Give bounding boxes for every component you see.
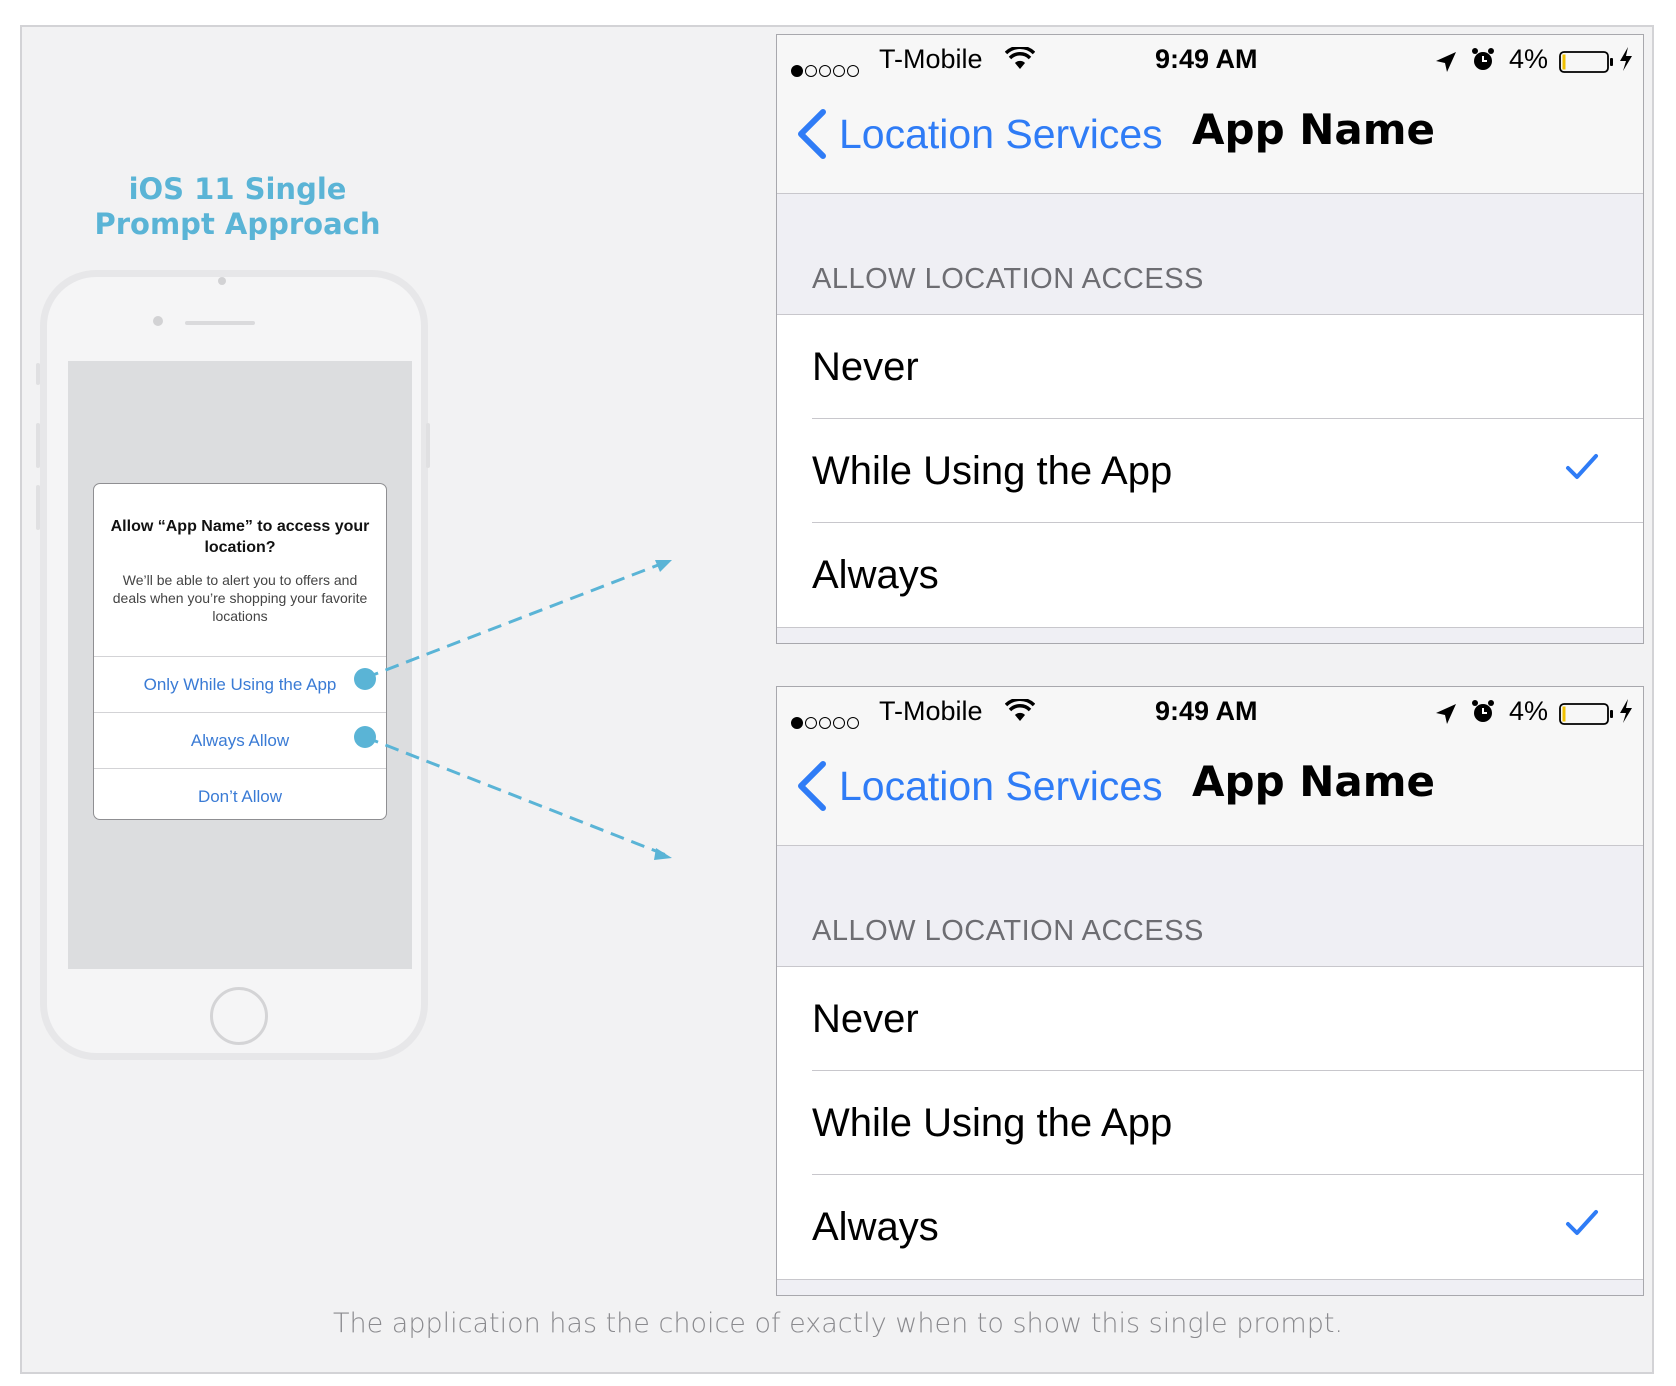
option-while-using[interactable]: While Using the App: [777, 419, 1643, 523]
back-button-location-services[interactable]: Location Services: [839, 763, 1163, 810]
carrier-label: T-Mobile: [879, 696, 983, 726]
battery-icon: [1559, 702, 1615, 733]
option-label: While Using the App: [812, 1101, 1173, 1145]
connector-dot-while-using: [354, 668, 376, 690]
nav-title: App Name: [1192, 105, 1435, 154]
option-label: Never: [812, 997, 919, 1041]
nav-title: App Name: [1192, 757, 1435, 806]
back-chevron-icon[interactable]: [795, 761, 829, 816]
carrier-label: T-Mobile: [879, 44, 983, 74]
option-while-using[interactable]: While Using the App: [777, 1071, 1643, 1175]
option-always[interactable]: Always: [777, 523, 1643, 627]
connector-dot-always: [354, 726, 376, 748]
connector-line-always: [364, 735, 667, 857]
option-label: While Using the App: [812, 449, 1173, 493]
option-label: Always: [812, 1205, 939, 1249]
status-time: 9:49 AM: [1155, 696, 1258, 726]
location-access-options: Never While Using the App Always: [777, 966, 1643, 1280]
section-header: ALLOW LOCATION ACCESS: [812, 915, 1204, 947]
wifi-icon: [1004, 45, 1036, 78]
option-label: Always: [812, 553, 939, 597]
location-arrow-icon: [1435, 49, 1457, 80]
checkmark-icon: [1565, 453, 1599, 486]
wifi-icon: [1004, 697, 1036, 730]
option-never[interactable]: Never: [777, 315, 1643, 419]
status-bar: T-Mobile 9:49 AM 4%: [777, 687, 1643, 739]
back-chevron-icon[interactable]: [795, 109, 829, 164]
connector-line-while-using: [364, 560, 667, 680]
alarm-icon: [1471, 699, 1495, 732]
navigation-bar: Location Services App Name: [777, 739, 1643, 846]
settings-screen-while-using: T-Mobile 9:49 AM 4% Location Services Ap…: [776, 34, 1644, 644]
location-arrow-icon: [1435, 701, 1457, 732]
charging-bolt-icon: [1619, 47, 1633, 78]
back-button-location-services[interactable]: Location Services: [839, 111, 1163, 158]
status-time: 9:49 AM: [1155, 44, 1258, 74]
location-access-options: Never While Using the App Always: [777, 314, 1643, 628]
navigation-bar: Location Services App Name: [777, 87, 1643, 194]
signal-strength-icon: [791, 705, 861, 736]
status-bar: T-Mobile 9:49 AM 4%: [777, 35, 1643, 87]
arrowhead-bottom: [654, 848, 672, 860]
option-label: Never: [812, 345, 919, 389]
checkmark-icon: [1565, 1209, 1599, 1242]
arrowhead-top: [655, 560, 672, 572]
option-never[interactable]: Never: [777, 967, 1643, 1071]
battery-icon: [1559, 50, 1615, 81]
battery-percent: 4%: [1509, 696, 1549, 726]
alarm-icon: [1471, 47, 1495, 80]
option-always[interactable]: Always: [777, 1175, 1643, 1279]
caption: The application has the choice of exactl…: [332, 1308, 1344, 1339]
settings-screen-always: T-Mobile 9:49 AM 4% Location Services Ap…: [776, 686, 1644, 1296]
section-header: ALLOW LOCATION ACCESS: [812, 263, 1204, 295]
battery-percent: 4%: [1509, 44, 1549, 74]
charging-bolt-icon: [1619, 699, 1633, 730]
signal-strength-icon: [791, 53, 861, 84]
